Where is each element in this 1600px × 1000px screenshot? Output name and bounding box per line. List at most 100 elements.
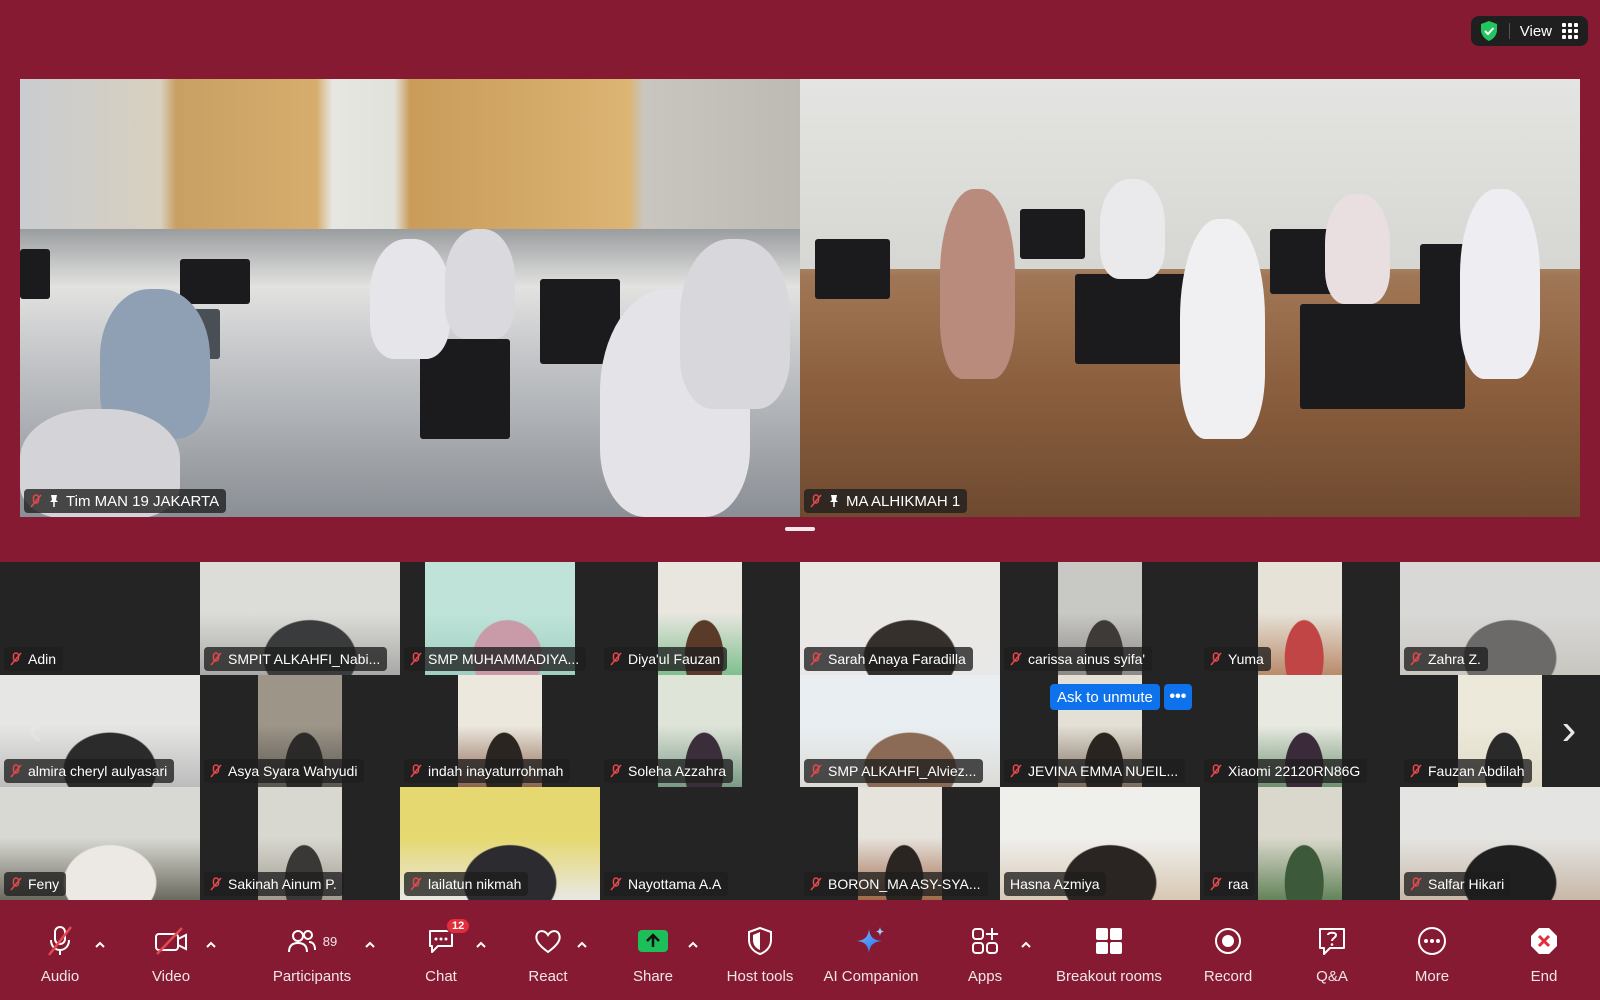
heart-icon xyxy=(535,930,561,954)
participants-button[interactable]: 89 Participants xyxy=(264,910,360,1000)
previous-page-arrow-icon[interactable]: ‹ xyxy=(20,705,50,755)
participant-tile[interactable]: Asya Syara Wahyudi xyxy=(200,674,400,788)
participant-tile[interactable]: Hasna Azmiya xyxy=(1000,787,1200,900)
participants-options-caret-icon[interactable] xyxy=(363,938,377,952)
more-button[interactable]: More xyxy=(1410,910,1454,1000)
participant-name-tag: Sakinah Ainum P. xyxy=(204,871,344,896)
participant-name-tag: carissa ainus syifa' xyxy=(1004,646,1153,671)
participant-tile[interactable]: SMP MUHAMMADIYA... xyxy=(400,562,600,675)
video-button[interactable]: Video xyxy=(148,910,194,1000)
participant-tile[interactable]: Soleha Azzahra xyxy=(600,674,800,788)
ai-companion-button[interactable]: AI Companion xyxy=(818,910,924,1000)
end-meeting-button[interactable]: End xyxy=(1522,910,1566,1000)
breakout-rooms-icon xyxy=(1096,928,1122,954)
qa-label: Q&A xyxy=(1316,968,1348,985)
participant-name: Diya'ul Fauzan xyxy=(628,650,721,667)
video-tile-pinned[interactable]: MA ALHIKMAH 1 xyxy=(800,79,1580,517)
apps-label: Apps xyxy=(967,968,1003,985)
participant-name-tag: Yuma xyxy=(1204,646,1271,671)
participant-tile[interactable]: Adin xyxy=(0,562,200,675)
question-answer-icon xyxy=(1319,928,1345,955)
mic-muted-icon xyxy=(810,494,822,508)
record-button[interactable]: Record xyxy=(1200,910,1256,1000)
apps-button[interactable]: Apps xyxy=(963,910,1007,1000)
mic-muted-icon xyxy=(210,764,222,778)
grid-view-icon[interactable] xyxy=(1562,23,1578,39)
end-label: End xyxy=(1530,968,1558,985)
react-button[interactable]: React xyxy=(526,910,570,1000)
participant-tile[interactable]: Yuma xyxy=(1200,562,1400,675)
participant-name: carissa ainus syifa' xyxy=(1028,650,1146,667)
more-options-button[interactable]: ••• xyxy=(1163,684,1192,710)
mic-muted-icon xyxy=(810,764,822,778)
participant-name-tag: Feny xyxy=(4,871,67,896)
view-control[interactable]: View xyxy=(1470,16,1588,46)
participant-name-tag: Sarah Anaya Faradilla xyxy=(804,646,973,671)
share-options-caret-icon[interactable] xyxy=(686,938,700,952)
participant-name: JEVINA EMMA NUEIL... xyxy=(1028,763,1179,780)
mic-muted-icon xyxy=(810,651,822,666)
participant-name-tag: Diya'ul Fauzan xyxy=(604,646,728,671)
participant-name: Asya Syara Wahyudi xyxy=(228,763,358,780)
mic-muted-icon xyxy=(1210,877,1222,891)
participant-name: SMP ALKAHFI_Alviez... xyxy=(828,763,977,780)
pin-icon xyxy=(830,495,838,507)
breakout-rooms-button[interactable]: Breakout rooms xyxy=(1050,910,1168,1000)
participant-name: Hasna Azmiya xyxy=(1010,875,1100,892)
audio-options-caret-icon[interactable] xyxy=(93,938,107,952)
participant-name-tag: Fauzan Abdilah xyxy=(1404,759,1532,784)
participant-tile[interactable]: lailatun nikmah xyxy=(400,787,600,900)
participant-name-tag: SMP ALKAHFI_Alviez... xyxy=(804,759,984,784)
video-tile-pinned[interactable]: Tim MAN 19 JAKARTA xyxy=(20,79,800,517)
host-tools-shield-icon xyxy=(748,926,772,956)
apps-options-caret-icon[interactable] xyxy=(1019,938,1033,952)
participant-name-tag: Soleha Azzahra xyxy=(604,759,734,784)
chat-button[interactable]: 12 Chat xyxy=(419,910,471,1000)
react-label: React xyxy=(528,968,568,985)
record-icon xyxy=(1215,928,1241,954)
participant-name-tag: Hasna Azmiya xyxy=(1004,871,1107,896)
next-page-arrow-icon[interactable]: › xyxy=(1554,705,1584,755)
qa-button[interactable]: Q&A xyxy=(1310,910,1354,1000)
participant-tile[interactable]: SMPIT ALKAHFI_Nabi... xyxy=(200,562,400,675)
participant-name: Yuma xyxy=(1228,650,1264,667)
participant-name: Feny xyxy=(28,875,60,892)
mic-muted-icon xyxy=(1410,764,1422,778)
audio-button[interactable]: Audio xyxy=(38,910,82,1000)
microphone-muted-icon xyxy=(48,926,72,956)
participant-tile[interactable]: Sarah Anaya Faradilla xyxy=(800,562,1000,675)
view-label[interactable]: View xyxy=(1520,23,1552,40)
resize-handle[interactable] xyxy=(785,527,815,531)
participant-name-tag: Asya Syara Wahyudi xyxy=(204,759,365,784)
host-tools-button[interactable]: Host tools xyxy=(720,910,800,1000)
participant-tile[interactable]: BORON_MA ASY-SYA... xyxy=(800,787,1000,900)
participant-tile[interactable]: raa xyxy=(1200,787,1400,900)
more-label: More xyxy=(1414,968,1450,985)
participant-tile[interactable]: Diya'ul Fauzan xyxy=(600,562,800,675)
participant-name: Nayottama A.A xyxy=(628,875,722,892)
participant-name: Sakinah Ainum P. xyxy=(228,875,337,892)
security-shield-icon xyxy=(1480,21,1497,41)
participant-tile[interactable]: Salfar Hikari xyxy=(1400,787,1600,900)
participant-name: Sarah Anaya Faradilla xyxy=(828,650,966,667)
participant-name-tag: Nayottama A.A xyxy=(604,871,729,896)
ask-to-unmute-button[interactable]: Ask to unmute xyxy=(1050,684,1160,710)
participant-tile[interactable]: indah inayaturrohmah xyxy=(400,674,600,788)
mic-muted-icon xyxy=(1410,877,1422,891)
chat-options-caret-icon[interactable] xyxy=(474,938,488,952)
participant-tile[interactable]: Nayottama A.A xyxy=(600,787,800,900)
participant-tile[interactable]: Zahra Z. xyxy=(1400,562,1600,675)
participant-name: Tim MAN 19 JAKARTA xyxy=(66,492,220,510)
share-button[interactable]: Share xyxy=(630,910,676,1000)
video-options-caret-icon[interactable] xyxy=(204,938,218,952)
chat-unread-badge: 12 xyxy=(446,918,471,934)
participant-tile[interactable]: Xiaomi 22120RN86G xyxy=(1200,674,1400,788)
participant-tile[interactable]: SMP ALKAHFI_Alviez... xyxy=(800,674,1000,788)
participant-name: Fauzan Abdilah xyxy=(1428,763,1525,780)
participant-tile[interactable]: carissa ainus syifa' xyxy=(1000,562,1200,675)
participant-tile[interactable]: Sakinah Ainum P. xyxy=(200,787,400,900)
participant-tile[interactable]: Feny xyxy=(0,787,200,900)
participant-name-tag: JEVINA EMMA NUEIL... xyxy=(1004,759,1186,784)
mic-muted-icon xyxy=(210,877,222,891)
react-options-caret-icon[interactable] xyxy=(575,938,589,952)
